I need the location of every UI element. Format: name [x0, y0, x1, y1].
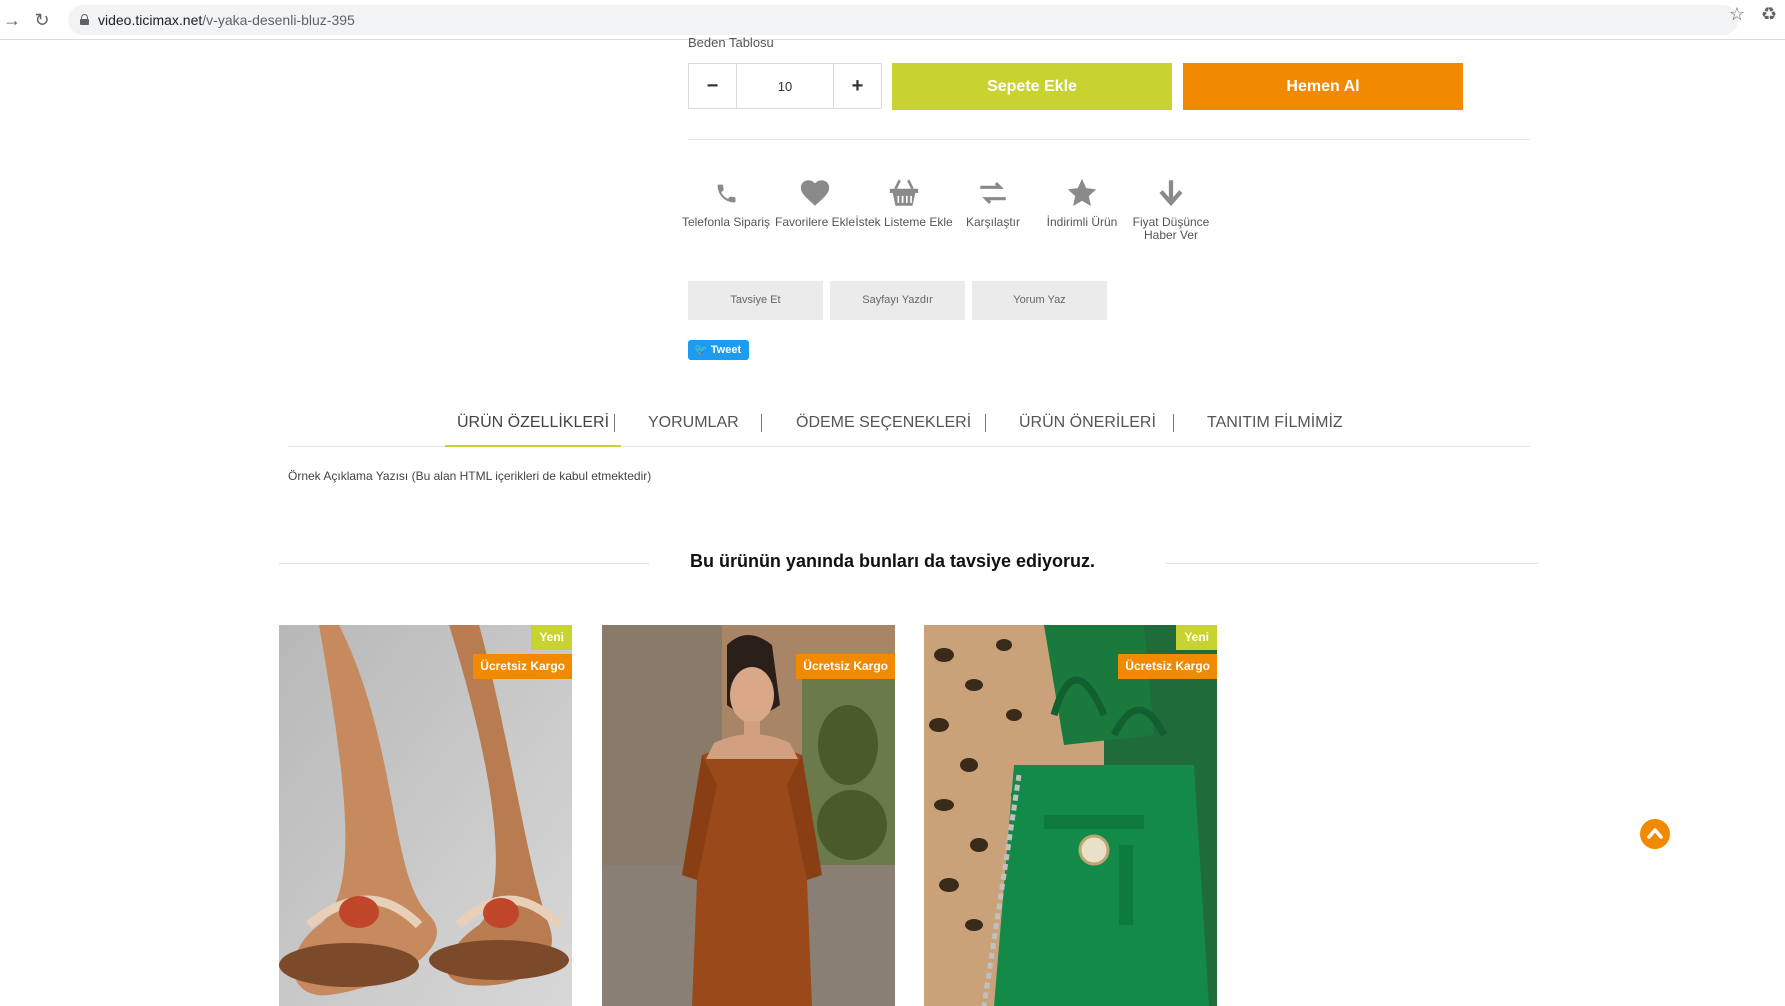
- qty-decrease-button[interactable]: −: [689, 64, 737, 108]
- action-label: Telefonla Sipariş: [681, 215, 771, 229]
- compare-arrows-icon: [943, 176, 1043, 210]
- action-label: İstek Listeme Ekle: [855, 215, 953, 229]
- badge-new: Yeni: [1176, 625, 1217, 650]
- product-tabs: ÜRÜN ÖZELLİKLERİ YORUMLAR ÖDEME SEÇENEKL…: [288, 407, 1530, 447]
- scroll-to-top-button[interactable]: [1640, 819, 1670, 849]
- arrow-down-icon: [1121, 176, 1221, 210]
- url-text[interactable]: video.ticimax.net/v-yaka-desenli-bluz-39…: [98, 12, 355, 28]
- tab-separator: [614, 414, 615, 432]
- quantity-input[interactable]: [737, 64, 833, 108]
- chevron-up-icon: [1647, 828, 1663, 839]
- product-page: Beden Tablosu − + Sepete Ekle Hemen Al T…: [0, 35, 1785, 1006]
- divider: [688, 139, 1530, 140]
- tab-promo-video[interactable]: TANITIM FİLMİMİZ: [1207, 407, 1343, 447]
- action-label: Favorilere Ekle: [774, 215, 856, 229]
- url-domain: video.ticimax.net: [98, 12, 203, 28]
- action-add-favorites[interactable]: Favorilere Ekle: [765, 176, 865, 229]
- action-label: İndirimli Ürün: [1046, 215, 1118, 229]
- print-page-button[interactable]: Sayfayı Yazdır: [830, 281, 965, 320]
- address-bar[interactable]: video.ticimax.net/v-yaka-desenli-bluz-39…: [68, 5, 1738, 35]
- badge-free-shipping: Ücretsiz Kargo: [473, 654, 572, 679]
- browser-toolbar: → ↻ video.ticimax.net/v-yaka-desenli-blu…: [0, 0, 1785, 40]
- phone-icon: [676, 176, 776, 210]
- product-description: Örnek Açıklama Yazısı (Bu alan HTML içer…: [288, 469, 652, 483]
- basket-icon: [854, 176, 954, 210]
- lock-icon: [80, 14, 89, 25]
- product-card[interactable]: Yeni Ücretsiz Kargo: [924, 625, 1217, 1006]
- product-actions: Telefonla Sipariş Favorilere Ekle İstek …: [682, 176, 1288, 256]
- badge-free-shipping: Ücretsiz Kargo: [796, 654, 895, 679]
- url-path: /v-yaka-desenli-bluz-395: [202, 12, 355, 28]
- extension-recycle-icon[interactable]: ♻: [1761, 4, 1777, 25]
- star-icon: [1032, 176, 1132, 210]
- badge-free-shipping: Ücretsiz Kargo: [1118, 654, 1217, 679]
- quantity-stepper: − +: [688, 63, 882, 109]
- tab-separator: [761, 414, 762, 432]
- badge-new: Yeni: [531, 625, 572, 650]
- action-compare[interactable]: Karşılaştır: [943, 176, 1043, 229]
- recommend-button[interactable]: Tavsiye Et: [688, 281, 823, 320]
- action-price-alert[interactable]: Fiyat Düşünce Haber Ver: [1121, 176, 1221, 242]
- product-card[interactable]: Yeni Ücretsiz Kargo: [279, 625, 572, 1006]
- tab-product-suggestions[interactable]: ÜRÜN ÖNERİLERİ: [1019, 407, 1156, 447]
- bookmark-star-icon[interactable]: ☆: [1729, 4, 1745, 25]
- recommendations-title: Bu ürünün yanında bunları da tavsiye edi…: [689, 551, 1096, 571]
- product-image-sandals: [279, 625, 572, 1006]
- tweet-label: Tweet: [710, 344, 742, 356]
- twitter-bird-icon: 🐦: [694, 344, 708, 356]
- write-review-button[interactable]: Yorum Yaz: [972, 281, 1107, 320]
- tweet-button[interactable]: 🐦 Tweet: [688, 340, 749, 360]
- tab-separator: [985, 414, 986, 432]
- heart-icon: [765, 176, 865, 210]
- buy-now-button[interactable]: Hemen Al: [1183, 63, 1463, 110]
- tab-separator: [1173, 414, 1174, 432]
- product-image-brown-dress: [602, 625, 895, 1006]
- tab-payment-options[interactable]: ÖDEME SEÇENEKLERİ: [796, 407, 971, 447]
- divider: [1166, 563, 1538, 564]
- action-label: Karşılaştır: [965, 215, 1020, 229]
- forward-icon[interactable]: →: [0, 8, 24, 32]
- tab-product-features[interactable]: ÜRÜN ÖZELLİKLERİ: [445, 407, 622, 447]
- tab-reviews[interactable]: YORUMLAR: [648, 407, 739, 447]
- action-discounted[interactable]: İndirimli Ürün: [1032, 176, 1132, 229]
- product-card[interactable]: Ücretsiz Kargo: [602, 625, 895, 1006]
- reload-icon[interactable]: ↻: [30, 8, 54, 32]
- product-image-green-handbag: [924, 625, 1217, 1006]
- action-add-wishlist[interactable]: İstek Listeme Ekle: [854, 176, 954, 229]
- action-phone-order[interactable]: Telefonla Sipariş: [676, 176, 776, 229]
- qty-increase-button[interactable]: +: [833, 64, 881, 108]
- size-table-label[interactable]: Beden Tablosu: [688, 35, 774, 50]
- action-label: Fiyat Düşünce Haber Ver: [1132, 215, 1210, 242]
- add-to-cart-button[interactable]: Sepete Ekle: [892, 63, 1172, 110]
